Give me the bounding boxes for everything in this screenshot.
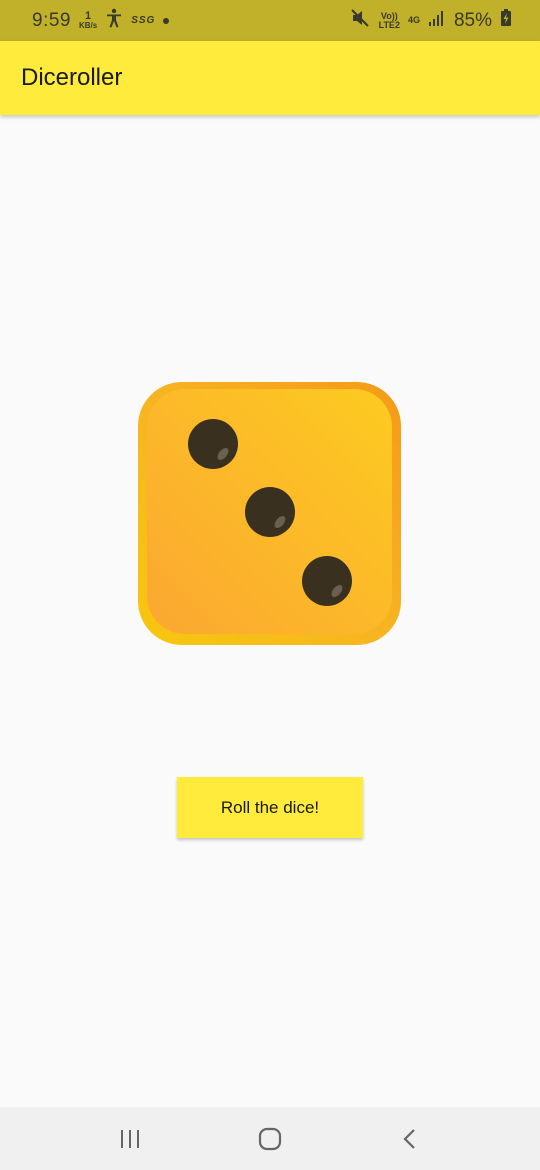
accessibility-icon xyxy=(105,8,123,33)
status-bar: 9:59 1 KB/s SSG Vo)) LTE2 4G 85% xyxy=(0,0,540,41)
net-speed-unit: KB/s xyxy=(78,20,98,30)
home-icon xyxy=(258,1127,282,1150)
recent-apps-button[interactable] xyxy=(100,1114,160,1164)
status-bar-left: 9:59 1 KB/s SSG xyxy=(32,8,170,33)
recent-apps-icon xyxy=(121,1129,139,1148)
app-title: Diceroller xyxy=(21,64,123,91)
notification-dot xyxy=(163,17,170,24)
home-button[interactable] xyxy=(240,1114,300,1164)
status-time: 9:59 xyxy=(32,9,71,31)
navigation-bar xyxy=(0,1107,540,1170)
status-bar-right: Vo)) LTE2 4G 85% xyxy=(350,9,512,32)
dice-pip xyxy=(302,556,352,606)
battery-percent: 85% xyxy=(453,9,492,31)
carrier-tag: SSG xyxy=(131,15,156,26)
signal-icon xyxy=(428,10,446,31)
dice-pip xyxy=(188,419,238,469)
back-icon xyxy=(403,1128,415,1149)
roll-dice-button[interactable]: Roll the dice! xyxy=(177,777,363,838)
network-type: 4G xyxy=(407,15,420,25)
net-speed-value: 1 xyxy=(85,9,92,22)
dice-face-three xyxy=(138,382,401,645)
dice-image xyxy=(137,381,402,646)
app-bar: Diceroller xyxy=(0,41,540,115)
battery-charging-icon xyxy=(500,9,512,32)
back-button[interactable] xyxy=(380,1114,440,1164)
net-speed: 1 KB/s xyxy=(78,9,98,30)
volte-indicator: Vo)) LTE2 xyxy=(378,11,400,30)
mute-icon xyxy=(350,9,371,32)
dice-pip xyxy=(245,487,295,537)
lte-label: LTE2 xyxy=(378,19,400,30)
